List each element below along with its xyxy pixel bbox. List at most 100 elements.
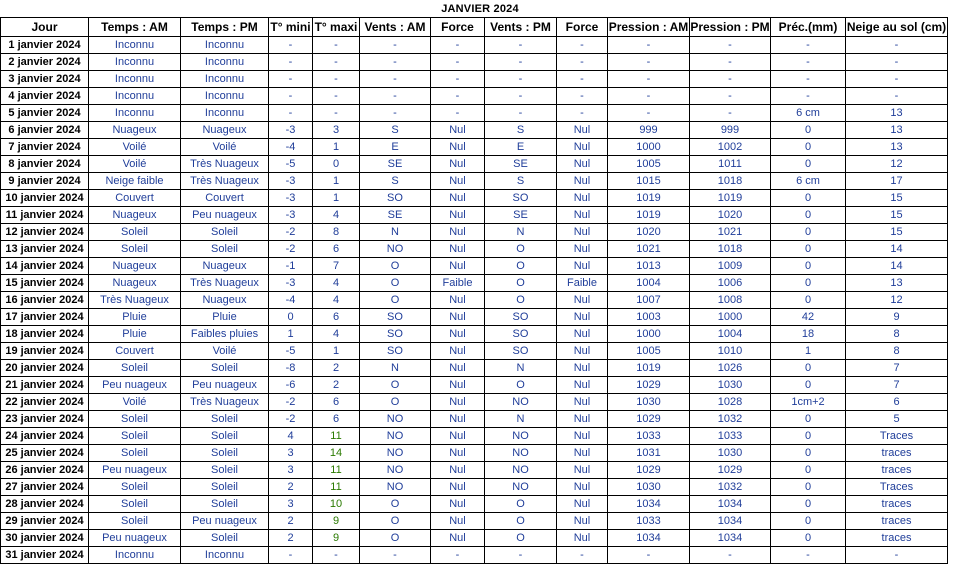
col-temp-min-cell: -1	[268, 257, 313, 275]
col-precip-cell: 6 cm	[770, 172, 846, 190]
col-jour-cell: 11 janvier 2024	[0, 206, 89, 224]
col-precip-cell: 0	[770, 478, 846, 496]
col-precip-cell: 0	[770, 291, 846, 309]
col-temps-pm-cell: Soleil	[180, 427, 269, 445]
col-vents-pm-cell: N	[484, 359, 557, 377]
col-precip-cell: 0	[770, 189, 846, 207]
col-temps-pm-cell: Voilé	[180, 138, 269, 156]
col-force-am-cell: Nul	[430, 410, 485, 428]
col-jour-cell: 20 janvier 2024	[0, 359, 89, 377]
col-force-am-header: Force	[430, 17, 485, 37]
col-neige-cell: -	[845, 53, 948, 71]
col-temp-min-cell: -	[268, 104, 313, 122]
col-pression-am-cell: 1030	[607, 393, 690, 411]
col-jour-cell: 25 janvier 2024	[0, 444, 89, 462]
table-row: 25 janvier 2024 Soleil Soleil 3 14 NO Nul NO Nul…	[0, 444, 948, 462]
col-neige-cell: traces	[845, 529, 948, 547]
col-force-am-cell: Nul	[430, 240, 485, 258]
col-temp-max-cell: 6	[312, 308, 360, 326]
table-row: 4 janvier 2024 Inconnu Inconnu - - - - - - - - - -	[0, 87, 948, 105]
col-pression-am-cell: 1033	[607, 427, 690, 445]
col-vents-am-cell: O	[359, 529, 431, 547]
col-pression-pm-cell: 1018	[689, 240, 771, 258]
table-row: 24 janvier 2024 Soleil Soleil 4 11 NO Nul NO Nul…	[0, 427, 948, 445]
table-row: 23 janvier 2024 Soleil Soleil -2 6 NO Nul N Nul 1…	[0, 410, 948, 428]
col-vents-pm-cell: E	[484, 138, 557, 156]
col-temps-am-cell: Nuageux	[88, 121, 181, 139]
col-temp-min-cell: -3	[268, 172, 313, 190]
col-force-am-cell: Nul	[430, 495, 485, 513]
col-force-pm-cell: Nul	[556, 495, 608, 513]
col-force-pm-cell: Nul	[556, 189, 608, 207]
col-force-am-cell: Nul	[430, 342, 485, 360]
col-temps-am-cell: Inconnu	[88, 70, 181, 88]
col-pression-pm-cell: 1030	[689, 444, 771, 462]
col-temp-min-cell: -3	[268, 189, 313, 207]
table-row: 12 janvier 2024 Soleil Soleil -2 8 N Nul N Nul 10…	[0, 223, 948, 241]
col-neige-cell: traces	[845, 495, 948, 513]
col-temp-min-cell: -3	[268, 206, 313, 224]
col-pression-am-cell: 1005	[607, 342, 690, 360]
col-pression-am-cell: -	[607, 53, 690, 71]
col-jour-cell: 22 janvier 2024	[0, 393, 89, 411]
col-pression-am-cell: 1004	[607, 274, 690, 292]
col-jour-cell: 7 janvier 2024	[0, 138, 89, 156]
col-pression-am-cell: 1019	[607, 189, 690, 207]
col-force-pm-cell: Faible	[556, 274, 608, 292]
col-pression-pm-cell: 1004	[689, 325, 771, 343]
col-temp-min-cell: -4	[268, 138, 313, 156]
col-temps-am-cell: Très Nuageux	[88, 291, 181, 309]
col-jour-cell: 21 janvier 2024	[0, 376, 89, 394]
table-body: 1 janvier 2024 Inconnu Inconnu - - - - - - - - - -2 …	[0, 36, 948, 564]
col-precip-cell: 0	[770, 257, 846, 275]
col-pression-pm-cell: 1009	[689, 257, 771, 275]
col-vents-pm-cell: SO	[484, 189, 557, 207]
col-vents-am-cell: N	[359, 359, 431, 377]
table-row: 6 janvier 2024 Nuageux Nuageux -3 3 S Nul S Nul 9…	[0, 121, 948, 139]
col-temps-pm-cell: Soleil	[180, 240, 269, 258]
col-pression-am-cell: 1003	[607, 308, 690, 326]
col-vents-pm-header: Vents : PM	[484, 17, 557, 37]
table-row: 31 janvier 2024 Inconnu Inconnu - - - - - - - - - -	[0, 546, 948, 564]
col-pression-am-cell: 1021	[607, 240, 690, 258]
col-neige-cell: 5	[845, 410, 948, 428]
col-temps-pm-cell: Voilé	[180, 342, 269, 360]
col-vents-pm-cell: N	[484, 223, 557, 241]
col-temp-min-cell: -8	[268, 359, 313, 377]
col-temp-min-cell: -	[268, 70, 313, 88]
col-pression-am-cell: 1031	[607, 444, 690, 462]
col-neige-cell: -	[845, 70, 948, 88]
col-temp-max-header: T° maxi	[312, 17, 360, 37]
col-neige-header: Neige au sol (cm)	[845, 17, 948, 37]
col-temp-min-header: T° mini	[268, 17, 313, 37]
col-temp-min-cell: -5	[268, 155, 313, 173]
col-vents-pm-cell: -	[484, 87, 557, 105]
col-temps-pm-cell: Soleil	[180, 359, 269, 377]
col-neige-cell: traces	[845, 444, 948, 462]
col-jour-cell: 10 janvier 2024	[0, 189, 89, 207]
col-precip-cell: 0	[770, 359, 846, 377]
col-vents-am-cell: SO	[359, 342, 431, 360]
col-temp-max-cell: 7	[312, 257, 360, 275]
col-neige-cell: traces	[845, 512, 948, 530]
col-neige-cell: 8	[845, 342, 948, 360]
col-force-am-cell: Nul	[430, 257, 485, 275]
col-pression-pm-cell: 1034	[689, 512, 771, 530]
col-neige-cell: -	[845, 36, 948, 54]
col-vents-pm-cell: -	[484, 104, 557, 122]
col-precip-cell: 1	[770, 342, 846, 360]
col-vents-am-header: Vents : AM	[359, 17, 431, 37]
col-temps-pm-cell: Très Nuageux	[180, 155, 269, 173]
col-temps-pm-cell: Couvert	[180, 189, 269, 207]
col-jour-cell: 28 janvier 2024	[0, 495, 89, 513]
col-force-am-cell: -	[430, 36, 485, 54]
col-pression-am-header: Pression : AM	[607, 17, 690, 37]
col-force-pm-cell: -	[556, 36, 608, 54]
col-temp-min-cell: -	[268, 53, 313, 71]
col-temps-am-cell: Nuageux	[88, 274, 181, 292]
col-temps-pm-cell: Très Nuageux	[180, 274, 269, 292]
col-neige-cell: 13	[845, 121, 948, 139]
col-force-pm-cell: Nul	[556, 257, 608, 275]
col-pression-am-cell: 1030	[607, 478, 690, 496]
col-force-pm-cell: Nul	[556, 223, 608, 241]
